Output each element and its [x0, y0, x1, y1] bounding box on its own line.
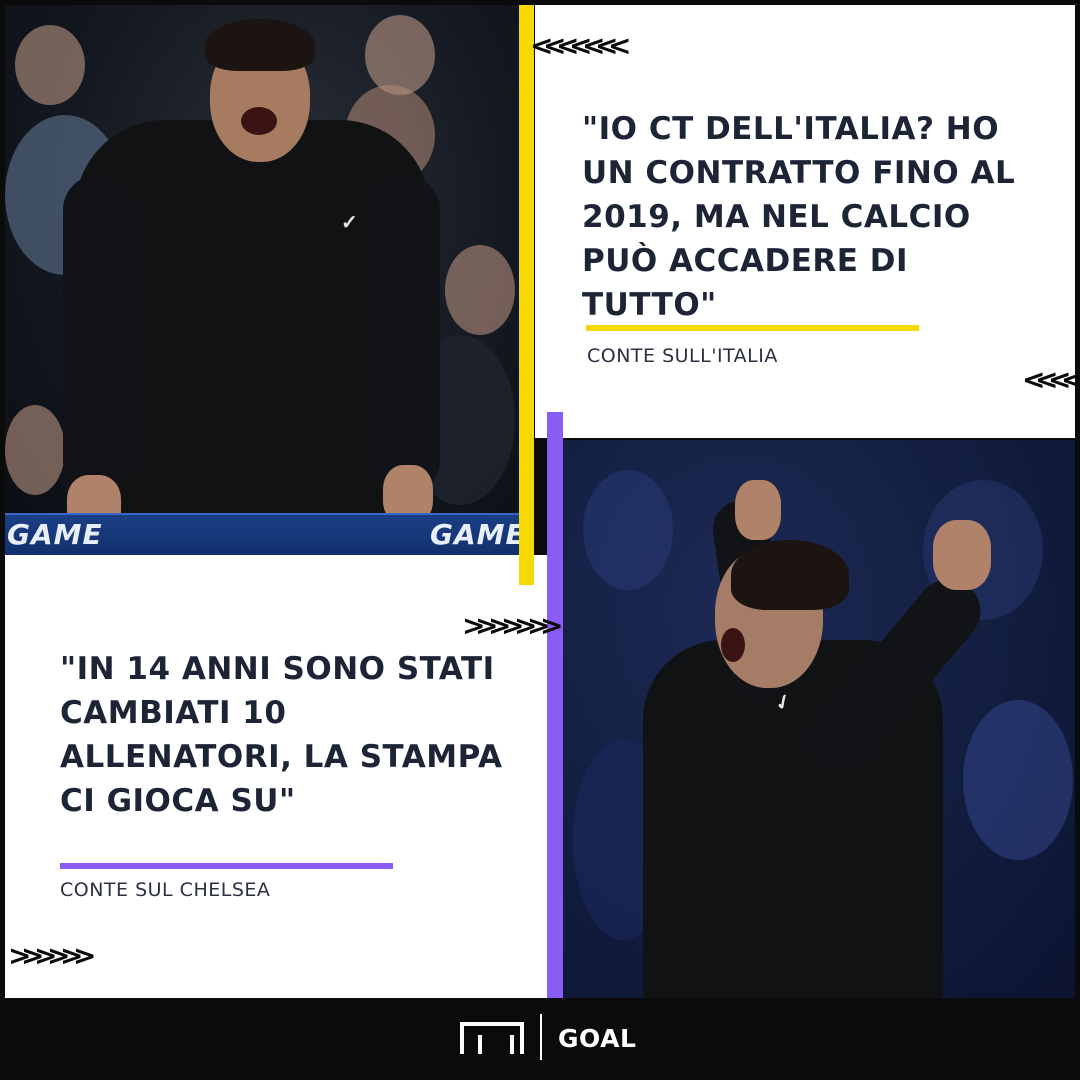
coach-hair — [731, 540, 849, 610]
accent-bar-purple — [547, 412, 563, 998]
coach-mouth — [241, 107, 277, 135]
graphic-canvas: ✓ GAME GAME ✓ < < < < < < < < < < < > > > > > > > > > > — [0, 0, 1080, 1080]
quote-text-italia: "IO CT DELL'ITALIA? HO UN CONTRATTO FINO… — [582, 111, 1016, 323]
ad-board: GAME GAME — [5, 513, 520, 555]
footer-divider — [540, 1014, 542, 1060]
accent-bar-yellow — [519, 5, 534, 585]
ad-board-text-right: GAME — [430, 518, 520, 551]
quote-attribution-chelsea: CONTE SUL CHELSEA — [60, 879, 271, 901]
crowd-blur — [583, 470, 673, 590]
crowd-face — [365, 15, 435, 95]
coach-hand-right — [933, 520, 991, 590]
crowd-face — [445, 245, 515, 335]
crowd-face — [15, 25, 85, 105]
coach-mouth — [721, 628, 745, 662]
chevron-left-icon: < < < < < < < — [530, 29, 632, 62]
quote-underline-purple — [60, 863, 393, 869]
chevron-left-icon: < < < < — [1022, 363, 1080, 396]
quote-text-chelsea: "IN 14 ANNI SONO STATI CAMBIATI 10 ALLEN… — [60, 651, 503, 819]
photo-conte-shouting: ✓ GAME GAME — [5, 5, 520, 555]
coach-arm-left — [63, 175, 133, 495]
quote-attribution-italia: CONTE SULL'ITALIA — [587, 345, 778, 367]
chevron-right-icon: > > > > > > > — [462, 609, 564, 642]
coach-hand-left — [735, 480, 781, 540]
photo-conte-arms-raised: ✓ — [563, 440, 1075, 998]
coach-arm-right — [370, 175, 440, 495]
nike-swoosh-icon: ✓ — [341, 212, 358, 234]
goal-brand-text: GOAL — [558, 1024, 637, 1053]
ad-board-text-left: GAME — [7, 518, 103, 551]
chevron-right-icon: > > > > > > — [8, 939, 97, 972]
goal-logo-icon — [460, 1022, 524, 1054]
quote-underline-yellow — [586, 325, 919, 331]
crowd-face — [5, 405, 65, 495]
crowd-blur — [963, 700, 1073, 860]
coach-hair — [205, 19, 315, 71]
